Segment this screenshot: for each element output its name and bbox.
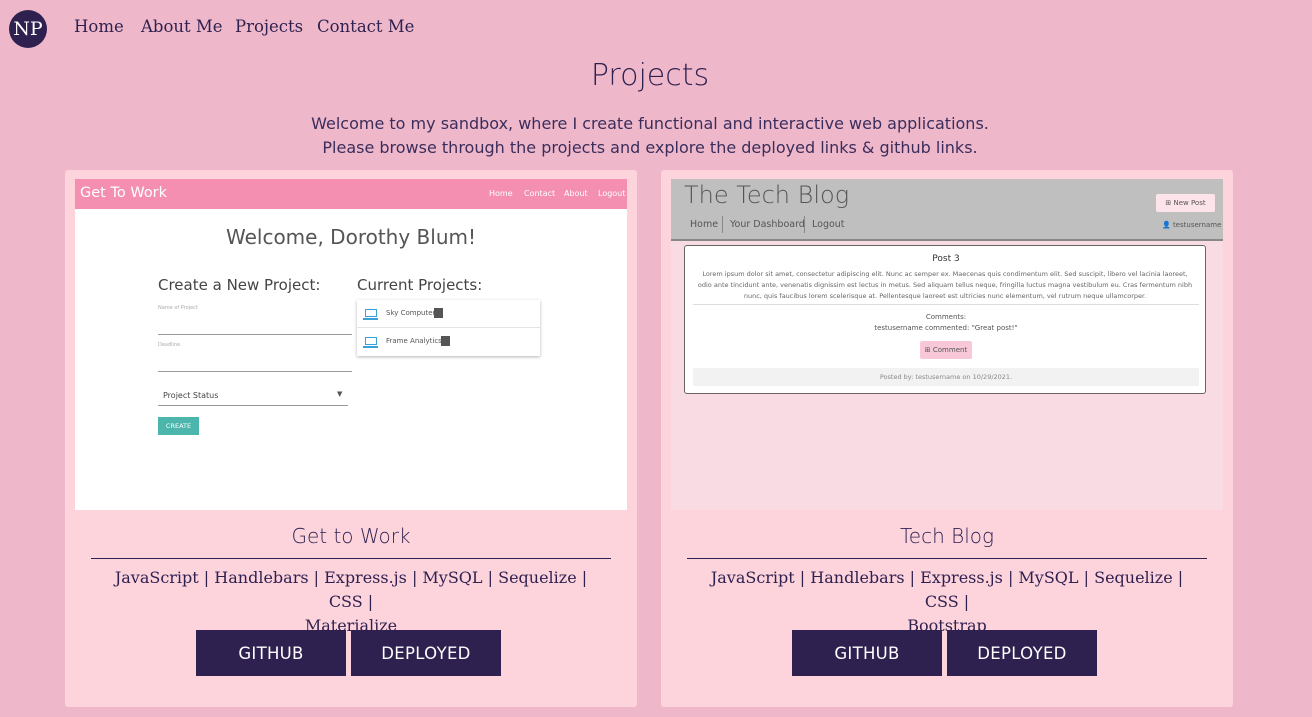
preview-select-underline <box>158 405 348 406</box>
project-title: Tech Blog <box>899 524 995 548</box>
top-nav: NP Home About Me Projects Contact Me <box>0 0 1312 56</box>
preview-project-list: Sky Computer Frame Analytics <box>357 300 540 356</box>
nav-link-home[interactable]: Home <box>74 17 124 36</box>
preview-post-title: Post 3 <box>932 254 960 264</box>
list-item: Sky Computer <box>357 300 540 328</box>
preview-welcome: Welcome, Dorothy Blum! <box>225 225 477 249</box>
tech-blog-preview: The Tech Blog ⊞ New Post Home Your Dashb… <box>671 179 1223 510</box>
preview-nav-dashboard: Your Dashboard <box>730 219 805 230</box>
nav-separator <box>722 216 723 233</box>
preview-nav-logout: Logout <box>598 189 626 198</box>
dropdown-arrow-icon: ▼ <box>337 390 343 398</box>
list-item: Frame Analytics <box>357 328 540 355</box>
preview-nav-about: About <box>564 189 588 198</box>
preview-nav-home: Home <box>489 189 513 198</box>
intro-line-1: Welcome to my sandbox, where I create fu… <box>311 114 989 133</box>
preview-status-select: Project Status <box>163 391 219 400</box>
preview-brand: The Tech Blog <box>684 181 850 209</box>
get-to-work-preview: Get To Work Home Contact About Logout We… <box>75 179 627 510</box>
preview-current-heading: Current Projects: <box>357 276 483 294</box>
preview-nav-home: Home <box>690 219 719 230</box>
intro-line-2: Please browse through the projects and e… <box>322 138 978 157</box>
preview-deadline-underline <box>158 371 352 372</box>
tech-stack: JavaScript | Handlebars | Express.js | M… <box>701 566 1193 638</box>
laptop-icon <box>363 309 378 320</box>
tech-stack: JavaScript | Handlebars | Express.js | M… <box>105 566 597 638</box>
trash-icon <box>434 308 443 318</box>
list-item-label: Sky Computer <box>386 309 436 317</box>
github-button[interactable]: GITHUB <box>196 630 346 676</box>
preview-create-button: CREATE <box>158 417 199 435</box>
project-card-get-to-work: Get To Work Home Contact About Logout We… <box>65 170 637 707</box>
project-card-tech-blog: The Tech Blog ⊞ New Post Home Your Dashb… <box>661 170 1233 707</box>
preview-navbar: Get To Work Home Contact About Logout <box>75 179 627 209</box>
preview-comment-button: ⊞ Comment <box>920 341 972 359</box>
logo-badge[interactable]: NP <box>9 10 47 48</box>
preview-name-underline <box>158 334 352 335</box>
nav-link-projects[interactable]: Projects <box>235 17 303 36</box>
title-divider <box>687 558 1207 559</box>
list-item-label: Frame Analytics <box>386 337 442 345</box>
post-divider <box>693 304 1199 305</box>
preview-post-card: Post 3 Lorem ipsum dolor sit amet, conse… <box>684 245 1206 394</box>
preview-nav-contact: Contact <box>524 189 556 198</box>
preview-comments-label: Comments: <box>925 313 967 321</box>
tech-stack-line-1: JavaScript | Handlebars | Express.js | M… <box>114 568 588 611</box>
trash-icon <box>441 336 450 346</box>
title-divider <box>91 558 611 559</box>
preview-post-footer: Posted by: testusername on 10/29/2021. <box>693 368 1199 386</box>
preview-deadline-label: Deadline <box>158 342 181 348</box>
project-screenshot: The Tech Blog ⊞ New Post Home Your Dashb… <box>671 179 1223 510</box>
preview-create-heading: Create a New Project: <box>158 276 321 294</box>
laptop-icon <box>363 337 378 348</box>
preview-nav-logout: Logout <box>812 219 845 230</box>
preview-name-label: Name of Project <box>158 305 198 311</box>
page-title: Projects <box>590 58 710 93</box>
tech-stack-line-1: JavaScript | Handlebars | Express.js | M… <box>710 568 1184 611</box>
preview-post-body: Lorem ipsum dolor sit amet, consectetur … <box>697 270 1193 300</box>
project-screenshot: Get To Work Home Contact About Logout We… <box>75 179 627 510</box>
page-intro: Welcome to my sandbox, where I create fu… <box>0 112 1300 160</box>
nav-link-contact-me[interactable]: Contact Me <box>317 17 414 36</box>
deployed-button[interactable]: DEPLOYED <box>351 630 501 676</box>
preview-user: 👤 testusername <box>1162 221 1222 229</box>
nav-link-about-me[interactable]: About Me <box>141 17 223 36</box>
preview-header: The Tech Blog ⊞ New Post Home Your Dashb… <box>671 179 1223 241</box>
deployed-button[interactable]: DEPLOYED <box>947 630 1097 676</box>
nav-separator <box>804 216 805 233</box>
project-title: Get to Work <box>291 524 411 548</box>
github-button[interactable]: GITHUB <box>792 630 942 676</box>
preview-new-post-button: ⊞ New Post <box>1156 194 1215 212</box>
preview-brand: Get To Work <box>80 185 168 201</box>
preview-comment: testusername commented: "Great post!" <box>874 324 1018 332</box>
